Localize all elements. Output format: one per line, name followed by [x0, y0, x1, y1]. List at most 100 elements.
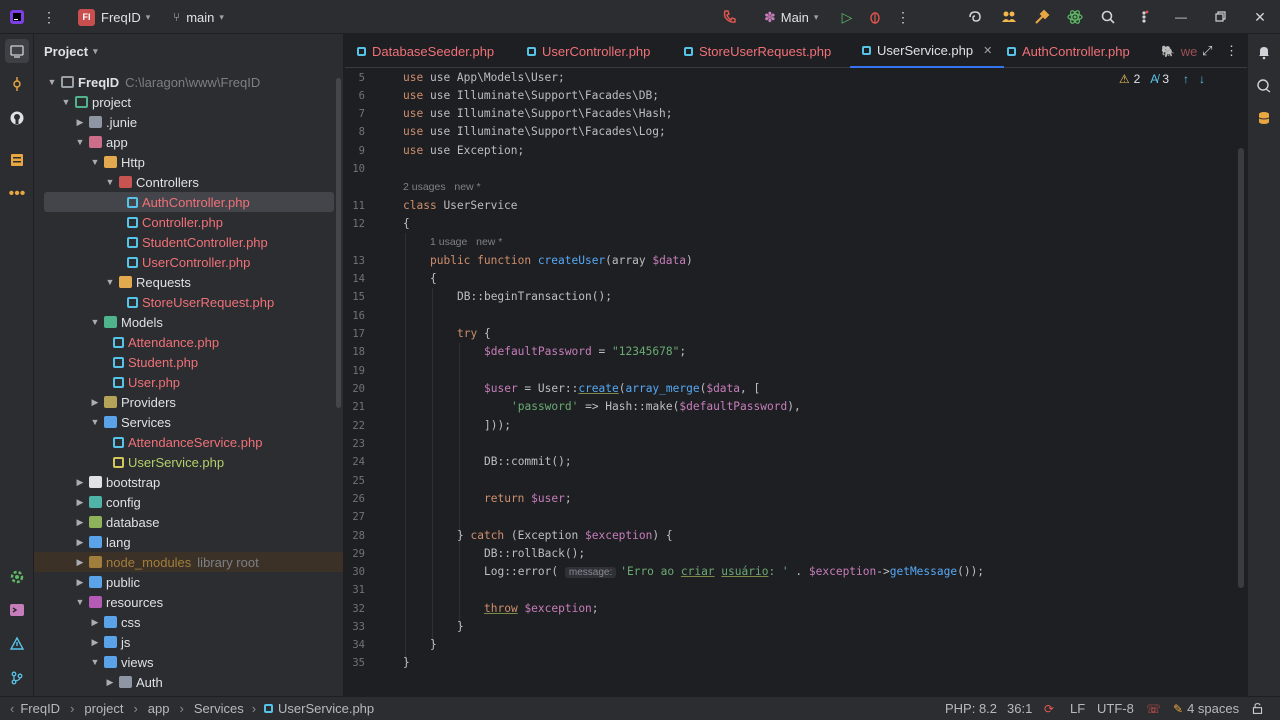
cursor-position[interactable]: 36:1 [1007, 697, 1032, 720]
tree-item-database[interactable]: ▶ database [44, 512, 334, 532]
php-version[interactable]: PHP: 8.2 [945, 697, 997, 720]
tree-item-http[interactable]: ▼ Http [44, 152, 334, 172]
tree-item-authcontroller[interactable]: AuthController.php [44, 192, 334, 212]
tab-authcontroller[interactable]: AuthController.php [1007, 34, 1130, 68]
search-icon[interactable] [1099, 8, 1117, 26]
project-view-icon[interactable] [5, 39, 29, 63]
terminal-icon[interactable] [7, 600, 27, 620]
tree-item-project[interactable]: ▼ project [44, 92, 334, 112]
tree-item-providers[interactable]: ▶ Providers [44, 392, 334, 412]
collapse-arrow-icon: ▶ [76, 116, 84, 127]
tree-item-bootstrap[interactable]: ▶ bootstrap [44, 472, 334, 492]
tree-item-models[interactable]: ▼ Models [44, 312, 334, 332]
tree-item-app[interactable]: ▼ app [44, 132, 334, 152]
indent-setting[interactable]: ✎ 4 spaces [1173, 697, 1239, 720]
services-icon[interactable] [7, 567, 27, 587]
file-encoding[interactable]: UTF-8 [1097, 697, 1134, 720]
commit-icon[interactable] [7, 74, 27, 94]
project-panel-header[interactable]: Project ▾ [44, 42, 98, 60]
tree-item-public[interactable]: ▶ public [44, 572, 334, 592]
build-tools-icon[interactable] [1033, 8, 1051, 26]
database-icon[interactable] [1254, 108, 1274, 128]
power-save-icon[interactable]: ☏ [1146, 697, 1161, 720]
tree-item-junie[interactable]: ▶ .junie [44, 112, 334, 132]
run-icon[interactable]: ▷ [838, 8, 856, 26]
breadcrumb-item[interactable]: project [84, 701, 123, 716]
tab-overflow[interactable]: 🐘 we [1161, 34, 1197, 68]
breadcrumb-item[interactable]: FreqID [20, 701, 60, 716]
branch-selector[interactable]: ⑂ main ▾ [173, 0, 224, 34]
tree-item-storeuserrequest[interactable]: StoreUserRequest.php [44, 292, 334, 312]
tree-item-config[interactable]: ▶ config [44, 492, 334, 512]
debug-icon[interactable] [866, 8, 884, 26]
restore-icon[interactable] [1211, 8, 1229, 26]
tree-item-studentcontroller[interactable]: StudentController.php [44, 232, 334, 252]
tree-item-auth[interactable]: ▶ Auth [44, 672, 334, 692]
tree-item-controllers[interactable]: ▼ Controllers [44, 172, 334, 192]
tab-more-icon[interactable]: ⋮ [1225, 34, 1238, 68]
collapse-arrow-icon: ▶ [76, 476, 84, 487]
no-sync-icon[interactable]: ⟳ [1044, 697, 1054, 720]
panel-scrollbar[interactable] [336, 78, 341, 408]
tree-item-lang[interactable]: ▶ lang [44, 532, 334, 552]
usage-hint[interactable]: 2 usages new * [403, 181, 481, 193]
structure-icon[interactable] [7, 150, 27, 170]
tree-item-user[interactable]: User.php [44, 372, 334, 392]
github-icon[interactable] [7, 108, 27, 128]
tab-userservice[interactable]: UserService.php ✕ [850, 34, 1005, 68]
main-menu-icon[interactable]: ⋮ [40, 8, 58, 26]
tree-root[interactable]: ▼ FreqID C:\laragon\www\FreqID [44, 72, 334, 92]
tab-databaseseeder[interactable]: DatabaseSeeder.php [357, 34, 494, 68]
code-with-me-icon[interactable] [721, 8, 739, 26]
tree-item-controller[interactable]: Controller.php [44, 212, 334, 232]
tree-item-services[interactable]: ▼ Services [44, 412, 334, 432]
tree-item-requests[interactable]: ▼ Requests [44, 272, 334, 292]
more-actions-icon[interactable]: ⋮ [894, 8, 912, 26]
git-icon[interactable] [7, 668, 27, 688]
readonly-lock-icon[interactable] [1251, 697, 1264, 720]
maximize-editor-icon[interactable]: ⤢ [1202, 34, 1212, 68]
settings-icon[interactable] [1135, 8, 1153, 26]
tree-item-student[interactable]: Student.php [44, 352, 334, 372]
ai-assistant-icon[interactable] [966, 8, 984, 26]
code-editor[interactable]: ⚠ 2 A̸ 3 ↑ ↓ 5 6 7 8 9 10 11 12 13 14 15… [345, 68, 1245, 674]
code-text: { [477, 327, 491, 340]
collaboration-icon[interactable] [1000, 8, 1018, 26]
minimize-icon[interactable]: — [1172, 8, 1190, 26]
problems-icon[interactable] [7, 634, 27, 654]
inspection-widget[interactable]: ⚠ 2 A̸ 3 ↑ ↓ [1119, 72, 1205, 86]
expand-arrow-icon: ▼ [75, 137, 85, 147]
notifications-icon[interactable] [1254, 42, 1274, 62]
run-config-selector[interactable]: ✽ Main ▾ [764, 0, 818, 34]
prev-highlight-icon[interactable]: ↑ [1183, 72, 1189, 86]
tree-item-views[interactable]: ▼ views [44, 652, 334, 672]
tree-item-resources[interactable]: ▼ resources [44, 592, 334, 612]
app-logo-icon[interactable] [8, 8, 26, 26]
close-tab-icon[interactable]: ✕ [983, 44, 992, 57]
editor-scrollbar[interactable] [1238, 148, 1244, 588]
breadcrumb-item[interactable]: app [148, 701, 170, 716]
plugin-atom-icon[interactable] [1066, 8, 1084, 26]
line-separator[interactable]: LF [1070, 697, 1085, 720]
tree-item-node-modules[interactable]: ▶ node_modules library root [34, 552, 343, 572]
tree-item-css[interactable]: ▶ css [44, 612, 334, 632]
ai-chat-icon[interactable] [1254, 76, 1274, 96]
title-bar: ⋮ FI FreqID ▾ ⑂ main ▾ ✽ Main ▾ ▷ ⋮ — ✕ [0, 0, 1280, 34]
expand-arrow-icon: ▼ [90, 417, 100, 427]
tree-item-attendance[interactable]: Attendance.php [44, 332, 334, 352]
usage-hint[interactable]: 1 usage new * [430, 236, 502, 248]
tab-usercontroller[interactable]: UserController.php [527, 34, 650, 68]
more-tools-icon[interactable]: ••• [7, 184, 27, 204]
line-number: 19 [352, 365, 365, 377]
next-highlight-icon[interactable]: ↓ [1199, 72, 1205, 86]
tree-item-attendanceservice[interactable]: AttendanceService.php [44, 432, 334, 452]
breadcrumb-item[interactable]: UserService.php [278, 701, 374, 716]
tree-item-userservice[interactable]: UserService.php [44, 452, 334, 472]
breadcrumb-item[interactable]: Services [194, 701, 244, 716]
project-selector[interactable]: FI FreqID ▾ [78, 0, 150, 34]
breadcrumb: ‹ FreqID › project › app › Services › Us… [10, 697, 374, 720]
close-icon[interactable]: ✕ [1251, 8, 1269, 26]
tab-storeuserrequest[interactable]: StoreUserRequest.php [684, 34, 831, 68]
tree-item-js[interactable]: ▶ js [44, 632, 334, 652]
tree-item-usercontroller[interactable]: UserController.php [44, 252, 334, 272]
